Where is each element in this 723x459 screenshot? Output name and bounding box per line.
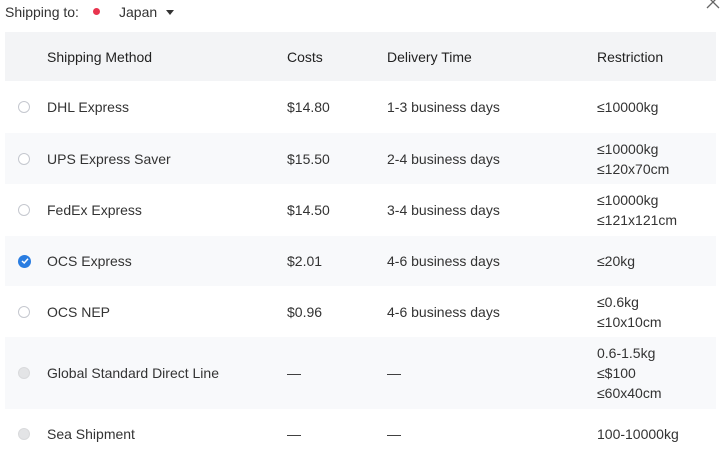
- delivery-time: 4-6 business days: [387, 253, 500, 269]
- restriction-cell: ≤10000kg: [597, 81, 658, 133]
- restriction-cell: ≤10000kg ≤120x70cm: [597, 133, 669, 184]
- country-select[interactable]: Japan: [119, 4, 157, 20]
- table-row: Sea Shipment — — 100-10000kg: [5, 409, 716, 459]
- delivery-time: —: [387, 365, 401, 381]
- japan-flag-icon: [93, 8, 100, 15]
- shipping-method-name: OCS Express: [47, 253, 132, 269]
- restriction-line: ≤$100: [597, 365, 636, 381]
- shipping-cost: $14.50: [287, 202, 330, 218]
- radio-button[interactable]: [18, 305, 30, 318]
- delivery-time: 3-4 business days: [387, 202, 500, 218]
- delivery-time: —: [387, 426, 401, 442]
- shipping-method-name: OCS NEP: [47, 303, 111, 320]
- table-row[interactable]: DHL Express $14.80 1-3 business days ≤10000…: [5, 81, 716, 133]
- table-header: Shipping Method Costs Delivery Time Rest…: [5, 32, 716, 81]
- restriction-line: 0.6-1.5kg: [597, 345, 656, 361]
- header-restriction: Restriction: [597, 48, 664, 65]
- restriction-line: ≤10x10cm: [597, 313, 662, 330]
- shipping-to-label: Shipping to:: [5, 4, 79, 20]
- shipping-option-radio-cell: [18, 286, 34, 337]
- shipping-method-name: DHL Express: [47, 99, 129, 115]
- restriction-cell: ≤10000kg ≤121x121cm: [597, 184, 677, 236]
- chevron-down-icon[interactable]: [166, 10, 174, 15]
- radio-button[interactable]: [18, 101, 30, 113]
- restriction-line: 100-10000kg: [597, 426, 679, 442]
- delivery-time: 1-3 business days: [387, 99, 500, 115]
- header-delivery-time: Delivery Time: [387, 48, 472, 65]
- shipping-method-name: Sea Shipment: [47, 426, 135, 442]
- table-row[interactable]: OCS Express $2.01 4-6 business days ≤20kg: [5, 236, 716, 286]
- shipping-cost: $2.01: [287, 253, 323, 269]
- table-row[interactable]: UPS Express Saver $15.50 2-4 business days…: [5, 133, 716, 184]
- restriction-cell: 100-10000kg: [597, 409, 679, 459]
- delivery-time: 2-4 business days: [387, 150, 500, 167]
- restriction-line: ≤120x70cm: [597, 160, 670, 177]
- radio-button: [18, 367, 30, 379]
- shipping-cost: —: [287, 365, 301, 381]
- shipping-option-radio-cell: [18, 133, 34, 184]
- restriction-line: ≤121x121cm: [597, 212, 678, 228]
- close-icon[interactable]: [705, 0, 721, 10]
- shipping-method-name: UPS Express Saver: [47, 150, 171, 167]
- restriction-line: ≤10000kg: [597, 140, 659, 157]
- header-costs: Costs: [287, 48, 323, 65]
- shipping-destination-bar: Shipping to: Japan: [0, 0, 723, 28]
- table-row[interactable]: OCS NEP $0.96 4-6 business days ≤0.6kg ≤10x1…: [5, 286, 716, 337]
- table-row: Global Standard Direct Line — — 0.6-1.5kg ≤$…: [5, 337, 716, 409]
- restriction-line: ≤20kg: [597, 253, 636, 269]
- shipping-option-radio-cell: [18, 184, 34, 236]
- shipping-method-name: FedEx Express: [47, 202, 142, 218]
- restriction-line: ≤10000kg: [597, 99, 659, 115]
- delivery-time: 4-6 business days: [387, 303, 500, 320]
- restriction-cell: ≤20kg: [597, 236, 635, 286]
- shipping-method-name: Global Standard Direct Line: [47, 365, 219, 381]
- shipping-cost: $14.80: [287, 99, 330, 115]
- shipping-option-radio-cell: [18, 81, 34, 133]
- restriction-line: ≤60x40cm: [597, 385, 662, 401]
- shipping-option-radio-cell: [18, 337, 34, 409]
- restriction-cell: 0.6-1.5kg ≤$100 ≤60x40cm: [597, 337, 662, 409]
- shipping-option-radio-cell: [18, 409, 34, 459]
- table-row[interactable]: FedEx Express $14.50 3-4 business days ≤100…: [5, 184, 716, 236]
- restriction-line: ≤10000kg: [597, 192, 659, 208]
- radio-button[interactable]: [18, 152, 30, 165]
- shipping-option-radio-cell: [18, 236, 34, 286]
- header-shipping-method: Shipping Method: [47, 48, 153, 65]
- radio-checked[interactable]: [18, 254, 31, 268]
- shipping-cost: —: [287, 426, 301, 442]
- shipping-cost: $15.50: [287, 150, 330, 167]
- restriction-cell: ≤0.6kg ≤10x10cm: [597, 286, 662, 337]
- radio-button: [18, 428, 30, 440]
- shipping-methods-table: Shipping Method Costs Delivery Time Rest…: [5, 32, 716, 459]
- radio-button[interactable]: [18, 204, 30, 216]
- shipping-cost: $0.96: [287, 303, 323, 320]
- checkmark-icon: [20, 258, 29, 265]
- restriction-line: ≤0.6kg: [597, 293, 639, 310]
